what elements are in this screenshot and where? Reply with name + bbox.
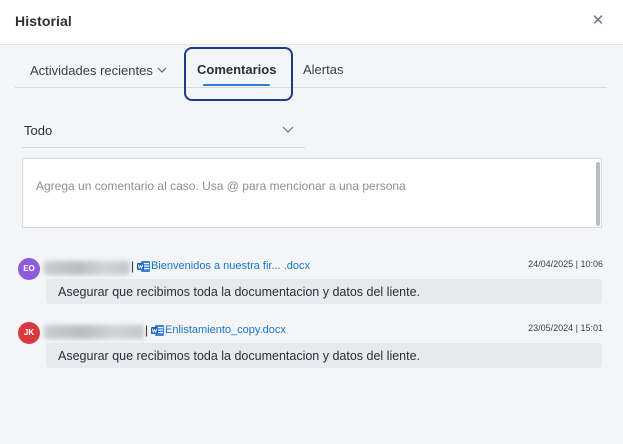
attachment-link[interactable]: Bienvenidos a nuestra fir... .docx — [151, 260, 310, 272]
author-name-blurred — [44, 261, 130, 275]
filter-dropdown[interactable]: Todo — [22, 114, 305, 148]
tab-recent-activities-label: Actividades recientes — [30, 63, 153, 78]
dialog-title: Historial — [15, 13, 72, 29]
chevron-down-icon — [282, 126, 294, 133]
avatar: EO — [18, 258, 40, 280]
filter-selected-value: Todo — [24, 123, 53, 138]
active-tab-indicator — [203, 84, 270, 86]
tab-alerts[interactable]: Alertas — [303, 62, 343, 77]
comment-entry: JK | Enlistamiento_copy.docx 23/05/2024 … — [18, 322, 608, 372]
author-name-blurred — [44, 325, 144, 339]
comment-bubble: Asegurar que recibimos toda la documenta… — [46, 279, 602, 304]
word-doc-icon — [151, 325, 164, 336]
dialog-header: Historial ✕ — [0, 0, 623, 45]
tab-bar: Actividades recientes Comentarios Alerta… — [15, 45, 607, 88]
close-icon[interactable]: ✕ — [590, 13, 606, 29]
comment-text: Asegurar que recibimos toda la documenta… — [58, 285, 421, 299]
comment-bubble: Asegurar que recibimos toda la documenta… — [46, 343, 602, 368]
word-doc-icon — [137, 261, 150, 272]
chevron-down-icon — [157, 62, 167, 77]
comment-entry: EO | Bienvenidos a nuestra fir... .docx … — [18, 258, 608, 308]
comment-input-placeholder: Agrega un comentario al caso. Usa @ para… — [36, 179, 406, 193]
history-panel: Historial ✕ Actividades recientes Coment… — [0, 0, 623, 444]
comment-datetime: 23/05/2024 | 15:01 — [528, 323, 603, 333]
tab-recent-activities[interactable]: Actividades recientes — [30, 62, 167, 78]
comment-text: Asegurar que recibimos toda la documenta… — [58, 349, 421, 363]
comment-input-scrollbar[interactable] — [596, 162, 600, 226]
separator: | — [145, 323, 149, 337]
avatar: JK — [18, 322, 40, 344]
attachment-link[interactable]: Enlistamiento_copy.docx — [165, 324, 286, 336]
tab-comments[interactable]: Comentarios — [197, 62, 276, 77]
separator: | — [131, 259, 135, 273]
comment-input[interactable]: Agrega un comentario al caso. Usa @ para… — [22, 158, 602, 228]
comment-datetime: 24/04/2025 | 10:06 — [528, 259, 603, 269]
